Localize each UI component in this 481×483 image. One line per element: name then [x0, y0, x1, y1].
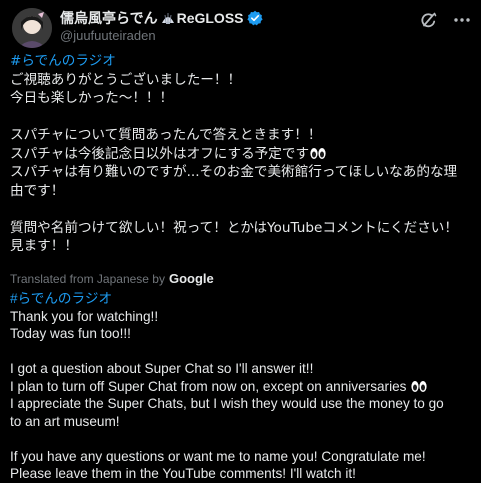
- text-line: スパチャは有り難いのですが...そのお金で美術館行ってほしいなあ的な理: [10, 164, 458, 180]
- hashtag-link[interactable]: #らでんのラジオ: [10, 290, 476, 308]
- eyes-emoji-icon: [411, 380, 427, 393]
- text-line: Thank you for watching!!: [10, 308, 159, 324]
- avatar[interactable]: [12, 8, 52, 48]
- display-name[interactable]: 儒烏風亭らでん: [60, 8, 158, 28]
- tweet-translated-text: #らでんのラジオ Thank you for watching!! Today …: [10, 290, 476, 483]
- google-logo: Google: [168, 271, 214, 286]
- seashell-emoji-icon: [160, 10, 176, 26]
- text-line-with-emoji: I plan to turn off Super Chat from now o…: [10, 378, 476, 396]
- text-line: I plan to turn off Super Chat from now o…: [10, 378, 407, 394]
- tweet-original-text: #らでんのラジオ ご視聴ありがとうございましたー！！ 今日も楽しかった〜！！！ …: [10, 52, 476, 256]
- text-line: to an art museum!: [10, 413, 120, 429]
- author-name-row[interactable]: 儒烏風亭らでん ReGLOSS: [60, 8, 263, 28]
- author-handle[interactable]: @juufuuteiraden: [60, 28, 156, 43]
- translation-attribution[interactable]: Translated from Japanese by Google: [10, 271, 214, 286]
- text-line: 見ます！！: [10, 238, 78, 254]
- grok-icon[interactable]: [419, 10, 439, 30]
- text-line: Please leave them in the YouTube comment…: [10, 466, 356, 481]
- text-line: 由です！: [10, 182, 65, 199]
- tweet-card: 儒烏風亭らでん ReGLOSS @juufuuteiraden #らでんのラジオ…: [0, 0, 481, 481]
- text-line: スパチャについて質問あったんで答えときます！！: [10, 127, 322, 143]
- more-options-icon[interactable]: [452, 10, 472, 30]
- hashtag-link[interactable]: #らでんのラジオ: [10, 52, 476, 71]
- text-line: Today was fun too!!!: [10, 326, 131, 341]
- eyes-emoji-icon: [310, 147, 326, 160]
- text-line: 質問や名前つけて欲しい！祝って！とかはYouTubeコメントにください！: [10, 219, 458, 236]
- text-line: I got a question about Super Chat so I'l…: [10, 361, 314, 376]
- text-line: If you have any questions or want me to …: [10, 448, 426, 464]
- text-line: スパチャは今後記念日以外はオフにする予定です: [10, 145, 310, 162]
- display-name-suffix[interactable]: ReGLOSS: [177, 10, 244, 26]
- text-line: 今日も楽しかった〜！！！: [10, 90, 174, 106]
- text-line: ご視聴ありがとうございましたー！！: [10, 71, 242, 88]
- translation-label[interactable]: Translated from Japanese by: [10, 272, 165, 286]
- verified-badge-icon: [246, 10, 263, 26]
- text-line: I appreciate the Super Chats, but I wish…: [10, 396, 444, 411]
- text-line-with-emoji: スパチャは今後記念日以外はオフにする予定です: [10, 145, 476, 164]
